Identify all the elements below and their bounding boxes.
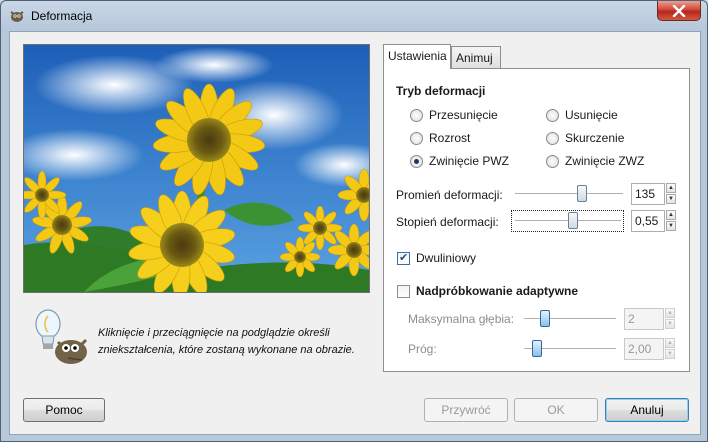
tab-settings[interactable]: Ustawienia	[383, 44, 451, 69]
radio-remove[interactable]: Usunięcie	[546, 108, 618, 122]
amount-label: Stopień deformacji:	[396, 215, 499, 229]
window-title: Deformacja	[31, 9, 93, 23]
threshold-spinbox[interactable]: 2,00 ▲ ▼	[624, 338, 675, 360]
radio-label: Rozrost	[429, 131, 471, 145]
radio-grow[interactable]: Rozrost	[410, 131, 470, 145]
help-button[interactable]: Pomoc	[23, 398, 105, 422]
radio-swirl-cw[interactable]: Zwinięcie PWZ	[410, 154, 509, 168]
radius-spin-arrows[interactable]: ▲ ▼	[666, 183, 676, 205]
max-depth-spinbox[interactable]: 2 ▲ ▼	[624, 308, 675, 330]
close-button[interactable]	[657, 1, 701, 21]
spin-up-icon[interactable]: ▲	[665, 308, 675, 318]
amount-spinbox[interactable]: 0,55 ▲ ▼	[631, 210, 676, 232]
spin-down-icon[interactable]: ▼	[666, 194, 676, 204]
amount-spin-arrows[interactable]: ▲ ▼	[666, 210, 676, 232]
ok-button[interactable]: OK	[514, 398, 598, 422]
spin-up-icon[interactable]: ▲	[666, 183, 676, 193]
sunflower-preview-image	[24, 45, 369, 292]
hint-line-1: Kliknięcie i przeciągnięcie na podglądzi…	[98, 327, 330, 339]
radio-swirl-ccw[interactable]: Zwinięcie ZWZ	[546, 154, 644, 168]
max-depth-slider-track[interactable]	[524, 318, 616, 320]
radio-move[interactable]: Przesunięcie	[410, 108, 498, 122]
radius-label: Promień deformacji:	[396, 188, 503, 202]
max-depth-spin-arrows[interactable]: ▲ ▼	[665, 308, 675, 330]
radio-label: Zwinięcie ZWZ	[565, 154, 645, 168]
title-bar[interactable]: Deformacja	[1, 1, 707, 31]
reset-button[interactable]: Przywróć	[424, 398, 508, 422]
bilinear-checkbox[interactable]: Dwuliniowy	[397, 251, 476, 265]
threshold-label: Próg:	[408, 342, 437, 356]
supersample-checkbox[interactable]: Nadpróbkowanie adaptywne	[397, 284, 578, 298]
radio-indicator	[546, 131, 559, 145]
supersample-label: Nadpróbkowanie adaptywne	[416, 284, 579, 298]
radius-slider-track[interactable]	[515, 193, 623, 195]
dialog-body: Kliknięcie i przeciągnięcie na podglądzi…	[9, 31, 701, 435]
hint-line-2: zniekształcenia, które zostaną wykonane …	[98, 344, 355, 356]
radius-slider-thumb[interactable]	[577, 185, 587, 202]
radio-indicator	[410, 131, 423, 145]
settings-panel: Tryb deformacji Przesunięcie Usunięcie R…	[383, 68, 690, 372]
amount-slider-thumb[interactable]	[568, 212, 578, 229]
radio-shrink[interactable]: Skurczenie	[546, 131, 624, 145]
cancel-button[interactable]: Anuluj	[605, 398, 689, 422]
preview-canvas[interactable]	[23, 44, 370, 293]
checkbox-checked-icon	[397, 251, 410, 265]
checkbox-unchecked-icon	[397, 284, 410, 298]
spin-down-icon[interactable]: ▼	[665, 349, 675, 359]
tab-settings-label: Ustawienia	[388, 49, 447, 63]
amount-value: 0,55	[635, 214, 659, 228]
max-depth-value: 2	[628, 312, 635, 326]
max-depth-label: Maksymalna głębia:	[408, 312, 515, 326]
bilinear-label: Dwuliniowy	[416, 251, 477, 265]
threshold-value: 2,00	[628, 342, 652, 356]
threshold-slider-thumb[interactable]	[532, 340, 542, 357]
spin-down-icon[interactable]: ▼	[665, 319, 675, 329]
max-depth-slider-thumb[interactable]	[540, 310, 550, 327]
close-icon	[672, 4, 686, 17]
tab-animate-label: Animuj	[456, 51, 493, 65]
tab-animate[interactable]: Animuj	[451, 46, 501, 69]
radius-spinbox[interactable]: 135 ▲ ▼	[631, 183, 676, 205]
hint-text: Kliknięcie i przeciągnięcie na podglądzi…	[98, 325, 383, 359]
dialog-window: Deformacja Kliknięcie i przeciągnięcie n…	[0, 0, 708, 442]
radio-label: Skurczenie	[565, 131, 625, 145]
lightbulb-wilber-icon	[35, 309, 88, 364]
radius-value: 135	[635, 187, 656, 201]
spin-up-icon[interactable]: ▲	[666, 210, 676, 220]
radio-indicator-selected	[410, 154, 423, 168]
radio-indicator	[410, 108, 423, 122]
radio-indicator	[546, 108, 559, 122]
gimp-icon	[10, 11, 24, 22]
radio-label: Usunięcie	[565, 108, 618, 122]
radio-indicator	[546, 154, 559, 168]
mode-section-title: Tryb deformacji	[396, 84, 486, 98]
spin-up-icon[interactable]: ▲	[665, 338, 675, 348]
radio-label: Zwinięcie PWZ	[429, 154, 510, 168]
threshold-spin-arrows[interactable]: ▲ ▼	[665, 338, 675, 360]
spin-down-icon[interactable]: ▼	[666, 221, 676, 231]
radio-label: Przesunięcie	[429, 108, 498, 122]
